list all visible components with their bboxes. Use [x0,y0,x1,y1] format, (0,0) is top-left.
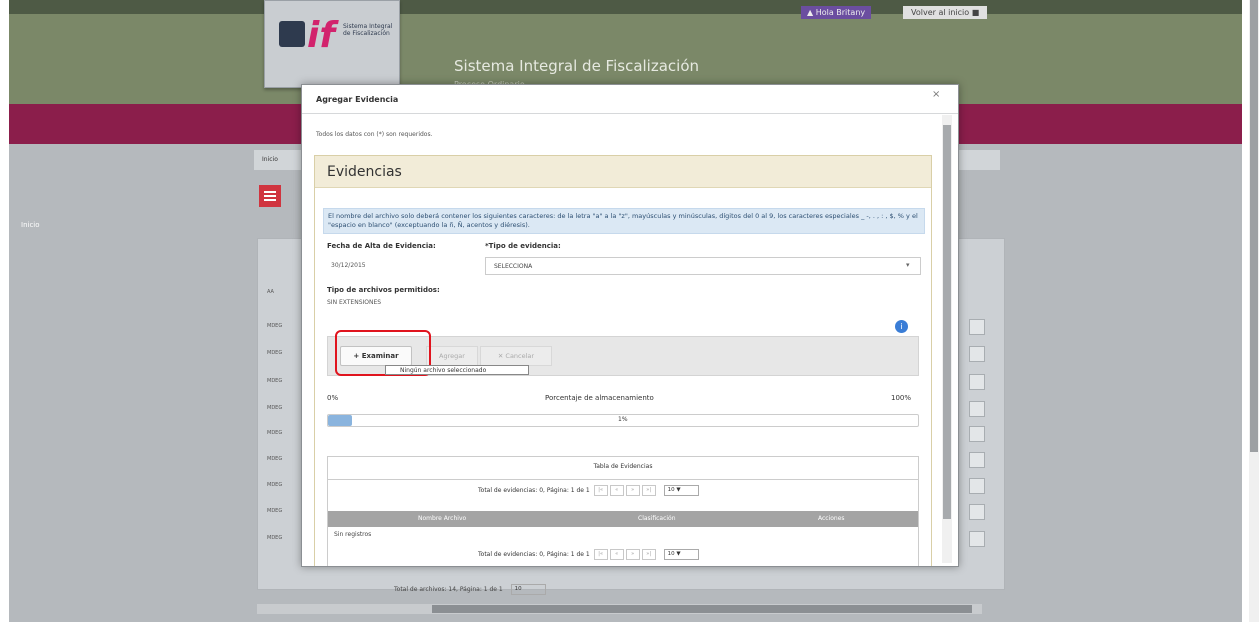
storage-progress-bar: 1% [327,414,919,427]
modal-title: Agregar Evidencia [316,95,399,104]
modal-scroll-thumb[interactable] [943,125,951,519]
table-caption: Tabla de Evidencias [328,457,918,480]
progress-max: 100% [891,394,912,402]
evidence-type-select[interactable]: SELECCIONA ▾ [485,257,921,275]
logo-letters: if [307,15,336,56]
last-page-icon[interactable]: »| [641,485,656,496]
background-page-size[interactable]: 10 [510,584,546,595]
close-icon[interactable]: × [932,89,940,100]
background-row-label: MDEG [267,378,283,384]
edit-icon[interactable] [969,426,985,442]
background-row-label: MDEG [267,482,283,488]
menu-icon [264,191,276,193]
breadcrumb-home[interactable]: Inicio [262,156,278,163]
table-pager-bottom: Total de evidencias: 0, Página: 1 de 1 |… [478,549,699,560]
allowed-types-label: Tipo de archivos permitidos: [327,286,440,294]
info-icon[interactable]: i [895,320,908,333]
evidence-card: Evidencias El nombre del archivo solo de… [314,155,932,566]
prev-page-icon[interactable]: « [609,485,624,496]
empty-row: Sin registros [334,531,372,538]
horizontal-scrollbar[interactable] [257,604,982,614]
background-row-label: MDEG [267,350,283,356]
add-evidence-modal: Agregar Evidencia × Todos los datos con … [301,84,959,567]
background-pager-text: Total de archivos: 14, Página: 1 de 1 [394,586,503,593]
evidence-type-value: SELECCIONA [494,263,533,270]
date-label: Fecha de Alta de Evidencia: [327,242,436,250]
evidence-type-label: *Tipo de evidencia: [485,242,561,250]
page-vertical-scrollbar[interactable] [1249,0,1259,622]
date-value: 30/12/2015 [331,262,366,269]
table-header: Nombre Archivo Clasificación Acciones [328,511,918,527]
edit-icon[interactable] [969,401,985,417]
background-row-label: AA [267,289,274,295]
background-row-label: MDEG [267,535,283,541]
edit-icon[interactable] [969,478,985,494]
edit-icon[interactable] [969,504,985,520]
edit-icon[interactable] [969,452,985,468]
background-row-label: MDEG [267,508,283,514]
evidence-table: Tabla de Evidencias Total de evidencias:… [327,456,919,566]
filename-notice: El nombre del archivo solo deberá conten… [323,208,925,234]
page-size-select[interactable]: 10 ▼ [663,485,699,496]
col-actions: Acciones [818,515,845,522]
logo-text: Sistema Integral de Fiscalización [343,23,393,37]
progress-text: 1% [618,416,628,423]
background-pager: Total de archivos: 14, Página: 1 de 1 10 [394,584,546,595]
allowed-types-value: SIN EXTENSIONES [327,299,382,306]
scroll-thumb[interactable] [432,605,972,613]
top-strip [9,0,1242,14]
background-row-label: MDEG [267,430,283,436]
logo-s-mark [279,21,305,47]
col-classification: Clasificación [638,515,676,522]
progress-min: 0% [327,394,339,402]
edit-icon[interactable] [969,346,985,362]
next-page-icon[interactable]: » [625,549,640,560]
user-menu-link[interactable]: ▲ Hola Britany [801,6,872,19]
page-size-select[interactable]: 10 ▼ [663,549,699,560]
edit-icon[interactable] [969,374,985,390]
background-row-label: MDEG [267,405,283,411]
first-page-icon[interactable]: |« [593,549,608,560]
prev-page-icon[interactable]: « [609,549,624,560]
chevron-down-icon: ▾ [906,261,910,269]
background-row-label: MDEG [267,456,283,462]
pager-text: Total de evidencias: 0, Página: 1 de 1 [478,487,590,494]
modal-divider [302,113,958,114]
sif-logo: if Sistema Integral de Fiscalización [264,0,400,88]
edit-icon[interactable] [969,531,985,547]
col-filename: Nombre Archivo [418,515,467,522]
cancel-button[interactable]: ✕ Cancelar [480,346,552,366]
page-scroll-thumb[interactable] [1250,0,1258,452]
app-title: Sistema Integral de Fiscalización [454,57,700,75]
nav-home-link[interactable]: Inicio [21,221,40,229]
first-page-icon[interactable]: |« [593,485,608,496]
progress-label: Porcentaje de almacenamiento [545,394,654,402]
notice-text: El nombre del archivo solo deberá conten… [328,212,918,229]
add-button[interactable]: Agregar [426,346,478,366]
required-note: Todos los datos con (*) son requeridos. [316,131,433,138]
file-tooltip: Ningún archivo seleccionado [385,365,529,375]
pager-text: Total de evidencias: 0, Página: 1 de 1 [478,551,590,558]
table-pager-top: Total de evidencias: 0, Página: 1 de 1 |… [478,485,699,496]
next-page-icon[interactable]: » [625,485,640,496]
card-header: Evidencias [315,156,931,188]
edit-icon[interactable] [969,319,985,335]
return-home-link[interactable]: Volver al inicio ■ [903,6,988,19]
progress-fill [328,415,352,426]
hamburger-menu-button[interactable] [259,185,281,207]
background-row-label: MDEG [267,323,283,329]
card-title: Evidencias [327,164,402,180]
last-page-icon[interactable]: »| [641,549,656,560]
modal-scrollbar[interactable] [942,115,952,563]
